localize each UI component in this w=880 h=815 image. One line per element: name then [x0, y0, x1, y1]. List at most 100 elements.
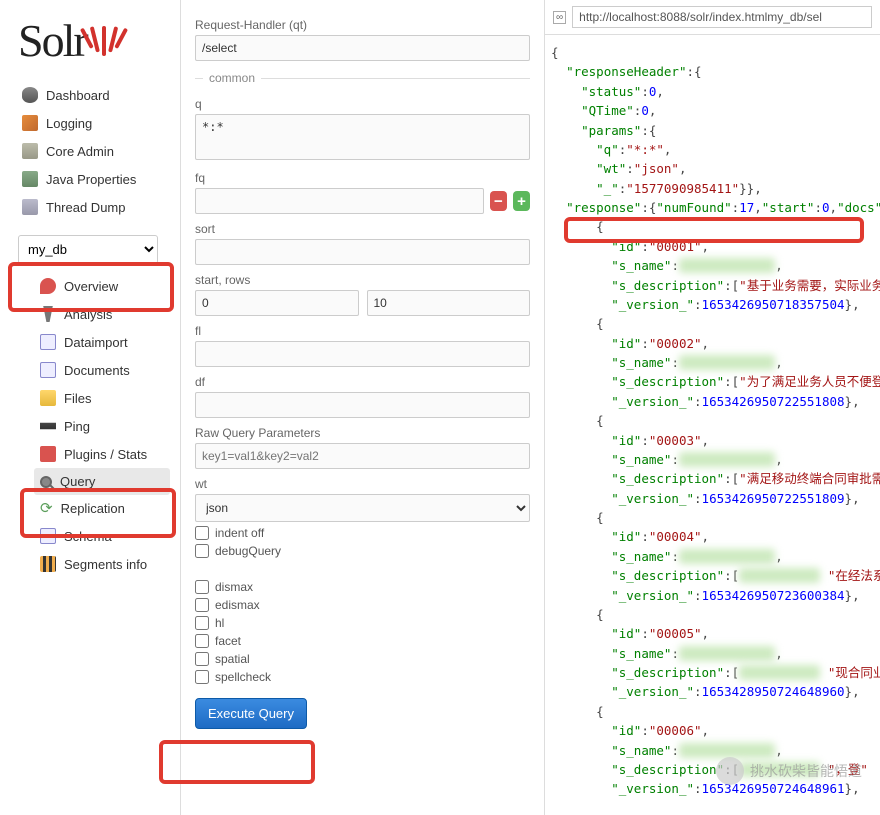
sort-label: sort — [195, 222, 530, 236]
replication-icon: ⟳ — [40, 502, 53, 516]
subnav-label: Plugins / Stats — [64, 447, 147, 462]
q-input[interactable]: *:* — [195, 114, 530, 160]
coreadmin-icon — [22, 143, 38, 159]
overview-icon — [40, 278, 56, 294]
subnav-item-ping[interactable]: Ping — [34, 412, 170, 440]
check-facet[interactable]: facet — [195, 634, 530, 648]
logo-text: Solr — [18, 14, 87, 67]
request-handler-label: Request-Handler (qt) — [195, 18, 530, 32]
subnav-label: Segments info — [64, 557, 147, 572]
nav-item-coreadmin[interactable]: Core Admin — [18, 137, 170, 165]
check-spatial[interactable]: spatial — [195, 652, 530, 666]
dashboard-icon — [22, 87, 38, 103]
nav-item-dashboard[interactable]: Dashboard — [18, 81, 170, 109]
documents-icon — [40, 362, 56, 378]
checkbox-dismax[interactable] — [195, 580, 209, 594]
execute-query-button[interactable]: Execute Query — [195, 698, 307, 729]
files-icon — [40, 390, 56, 406]
common-legend: common — [203, 71, 261, 85]
wt-select[interactable]: json — [195, 494, 530, 522]
nav-item-threaddump[interactable]: Thread Dump — [18, 193, 170, 221]
fq-remove-button[interactable]: − — [490, 191, 507, 211]
nav-label: Logging — [46, 116, 92, 131]
subnav-item-files[interactable]: Files — [34, 384, 170, 412]
sidebar: Solr Dashboard Logging Core Admin Java Prop… — [0, 0, 180, 815]
checkbox-edismax[interactable] — [195, 598, 209, 612]
subnav-label: Dataimport — [64, 335, 128, 350]
nav-item-javaprops[interactable]: Java Properties — [18, 165, 170, 193]
subnav-item-analysis[interactable]: Analysis — [34, 300, 170, 328]
link-icon: ∞ — [553, 11, 566, 24]
core-selector-dropdown[interactable]: my_db — [18, 235, 158, 264]
checkbox-facet[interactable] — [195, 634, 209, 648]
df-input[interactable] — [195, 392, 530, 418]
ping-icon — [40, 418, 56, 434]
nav-label: Core Admin — [46, 144, 114, 159]
subnav-label: Files — [64, 391, 91, 406]
nav-item-logging[interactable]: Logging — [18, 109, 170, 137]
subnav-label: Query — [60, 474, 95, 489]
nav-label: Dashboard — [46, 88, 110, 103]
logo-rays-icon — [90, 26, 118, 56]
schema-icon — [40, 528, 56, 544]
checkbox-hl[interactable] — [195, 616, 209, 630]
json-response: { "responseHeader":{ "status":0, "QTime"… — [545, 35, 880, 807]
rows-input[interactable] — [367, 290, 531, 316]
subnav-label: Ping — [64, 419, 90, 434]
url-bar: ∞ — [545, 0, 880, 35]
start-input[interactable] — [195, 290, 359, 316]
subnav-label: Schema — [64, 529, 112, 544]
core-selector[interactable]: my_db — [18, 235, 170, 264]
sort-input[interactable] — [195, 239, 530, 265]
fl-input[interactable] — [195, 341, 530, 367]
fq-input[interactable] — [195, 188, 484, 214]
query-icon — [40, 476, 52, 488]
dataimport-icon — [40, 334, 56, 350]
url-input[interactable] — [572, 6, 872, 28]
subnav-item-plugins[interactable]: Plugins / Stats — [34, 440, 170, 468]
subnav-item-query[interactable]: Query — [34, 468, 170, 495]
subnav-item-documents[interactable]: Documents — [34, 356, 170, 384]
query-panel: Request-Handler (qt) common q *:* fq − +… — [180, 0, 544, 815]
check-dismax[interactable]: dismax — [195, 580, 530, 594]
checkbox-spatial[interactable] — [195, 652, 209, 666]
checkbox-indent-off[interactable] — [195, 526, 209, 540]
logging-icon — [22, 115, 38, 131]
logo: Solr — [18, 14, 170, 67]
check-debugQuery[interactable]: debugQuery — [195, 544, 530, 558]
subnav-label: Documents — [64, 363, 130, 378]
threaddump-icon — [22, 199, 38, 215]
fq-add-button[interactable]: + — [513, 191, 530, 211]
subnav-label: Replication — [61, 501, 125, 516]
startrows-label: start, rows — [195, 273, 530, 287]
fq-label: fq — [195, 171, 530, 185]
nav-label: Thread Dump — [46, 200, 125, 215]
javaprops-icon — [22, 171, 38, 187]
request-handler-input[interactable] — [195, 35, 530, 61]
checkbox-spellcheck[interactable] — [195, 670, 209, 684]
segments-icon — [40, 556, 56, 572]
analysis-icon — [40, 306, 56, 322]
q-label: q — [195, 97, 530, 111]
check-hl[interactable]: hl — [195, 616, 530, 630]
response-panel: ∞ { "responseHeader":{ "status":0, "QTim… — [544, 0, 880, 815]
subnav-item-overview[interactable]: Overview — [34, 272, 170, 300]
check-edismax[interactable]: edismax — [195, 598, 530, 612]
subnav-item-segments[interactable]: Segments info — [34, 550, 170, 578]
subnav-item-replication[interactable]: ⟳ Replication — [34, 495, 170, 522]
watermark: 挑水砍柴皆能悟道 — [716, 757, 862, 785]
check-spellcheck[interactable]: spellcheck — [195, 670, 530, 684]
raw-input[interactable] — [195, 443, 530, 469]
nav-label: Java Properties — [46, 172, 136, 187]
raw-label: Raw Query Parameters — [195, 426, 530, 440]
df-label: df — [195, 375, 530, 389]
check-indent-off[interactable]: indent off — [195, 526, 530, 540]
subnav-label: Overview — [64, 279, 118, 294]
subnav-item-dataimport[interactable]: Dataimport — [34, 328, 170, 356]
checkbox-debugQuery[interactable] — [195, 544, 209, 558]
subnav-label: Analysis — [64, 307, 112, 322]
fl-label: fl — [195, 324, 530, 338]
plugins-icon — [40, 446, 56, 462]
wt-label: wt — [195, 477, 530, 491]
subnav-item-schema[interactable]: Schema — [34, 522, 170, 550]
